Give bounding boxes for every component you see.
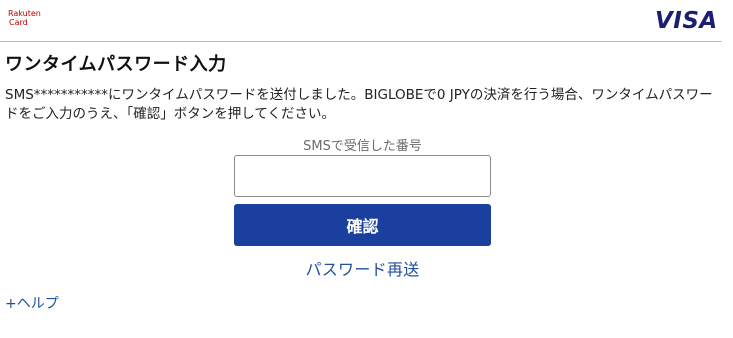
rakuten-logo-text: Rakuten	[8, 9, 41, 18]
page-title: ワンタイムパスワード入力	[5, 54, 227, 75]
otp-input[interactable]	[234, 155, 491, 197]
confirm-button[interactable]: 確認	[234, 204, 491, 246]
rakuten-card-logo: Rakuten Card	[8, 9, 44, 33]
otp-field-label: SMSで受信した番号	[303, 139, 422, 154]
otp-form: SMSで受信した番号 確認 パスワード再送	[234, 138, 491, 280]
help-link[interactable]: +ヘルプ	[5, 293, 59, 313]
header: Rakuten Card VISA	[0, 0, 722, 42]
card-logo-text: Card	[9, 18, 28, 27]
visa-logo: VISA	[655, 8, 718, 34]
instruction-message: SMS***********にワンタイムパスワードを送付しました。BIGLOBE…	[5, 87, 713, 122]
resend-password-link[interactable]: パスワード再送	[234, 256, 491, 280]
